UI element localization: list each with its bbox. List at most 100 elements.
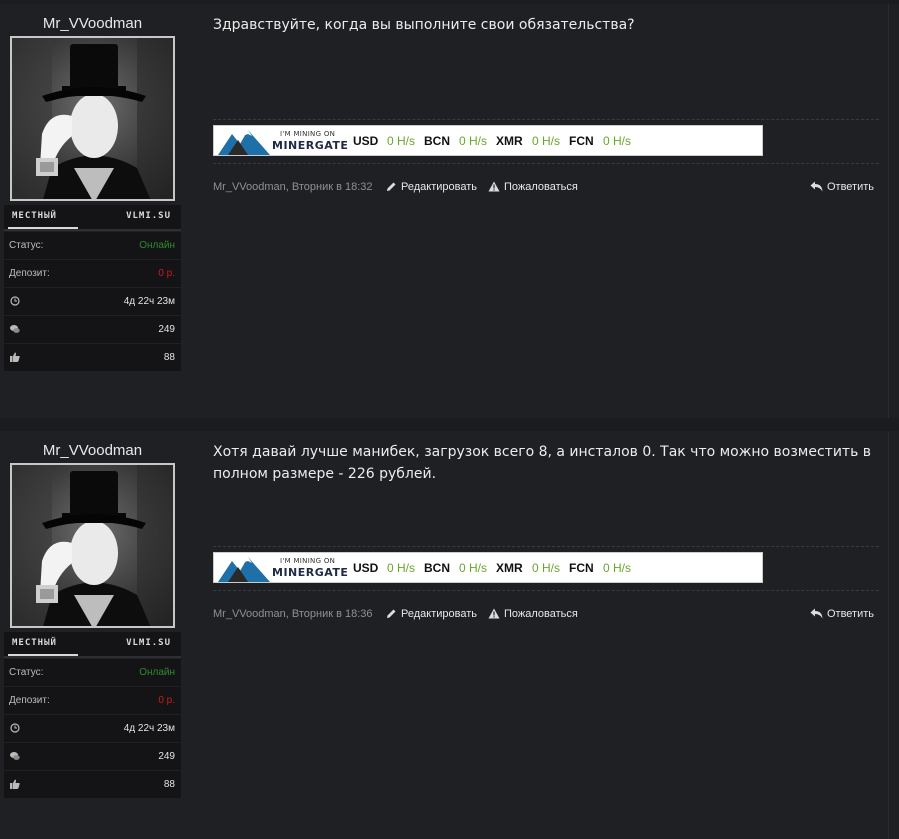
reply-button[interactable]: Ответить [810, 608, 874, 620]
banner-tagline: I'M MINING ON [280, 130, 336, 138]
stat-likes: 88 [4, 771, 181, 798]
rank-tab-local[interactable]: МЕСТНЫЙ [12, 211, 57, 221]
banner-brand: MINERGATE [272, 566, 349, 579]
stat-likes-value: 88 [163, 352, 175, 363]
avatar[interactable] [10, 463, 175, 628]
minergate-logo-icon [218, 130, 270, 155]
reply-button-label: Ответить [826, 181, 874, 193]
report-button-label: Пожаловаться [504, 181, 578, 193]
stat-time-online-value: 4д 22ч 23м [123, 296, 175, 307]
signature-separator [213, 546, 879, 547]
stat-deposit-value: 0 р. [158, 268, 175, 279]
post-author-date[interactable]: Mr_VVoodman, Вторник в 18:32 [213, 181, 373, 193]
stat-status-value: Онлайн [139, 667, 175, 678]
avatar[interactable] [10, 36, 175, 201]
stat-status: Статус: Онлайн [4, 659, 181, 686]
reply-button[interactable]: Ответить [810, 181, 874, 193]
minergate-banner[interactable]: I'M MINING ON MINERGATE USD 0 H/s BCN 0 … [213, 552, 763, 583]
post-meta: Mr_VVoodman, Вторник в 18:32 Редактирова… [213, 181, 879, 197]
stat-time-online: 4д 22ч 23м [4, 288, 181, 315]
post-content: Здравствуйте, когда вы выполните свои об… [213, 14, 879, 204]
reply-icon [810, 181, 823, 192]
banner-rate-usd: 0 H/s [387, 134, 416, 148]
stat-messages-value: 249 [158, 751, 175, 762]
stat-messages: 249 [4, 743, 181, 770]
warning-icon [488, 608, 500, 619]
stat-messages-value: 249 [158, 324, 175, 335]
banner-coin-xmr: XMR [496, 561, 523, 575]
banner-coin-usd: USD [353, 134, 379, 148]
banner-rate-fcn: 0 H/s [603, 134, 632, 148]
rank-tab-site[interactable]: VLMI.SU [126, 638, 171, 648]
edit-button-label: Редактировать [401, 608, 477, 620]
banner-coin-bcn: BCN [424, 561, 450, 575]
rank-underline [8, 227, 78, 229]
rank-underline [8, 654, 78, 656]
reply-button-label: Ответить [826, 608, 874, 620]
stat-deposit: Депозит: 0 р. [4, 687, 181, 714]
pencil-icon [387, 182, 396, 191]
reply-icon [810, 608, 823, 619]
comments-icon [10, 752, 20, 760]
banner-rate-usd: 0 H/s [387, 561, 416, 575]
pencil-icon [387, 609, 396, 618]
user-info-block: Mr_VVoodman МЕСТНЫЙ VLMI.SU Статус: Онла… [4, 14, 181, 371]
thumbs-up-icon [10, 352, 20, 362]
stat-status: Статус: Онлайн [4, 232, 181, 259]
banner-tagline: I'M MINING ON [280, 557, 336, 565]
edit-button-label: Редактировать [401, 181, 477, 193]
rank-bar: МЕСТНЫЙ VLMI.SU [4, 205, 181, 231]
post-author-date[interactable]: Mr_VVoodman, Вторник в 18:36 [213, 608, 373, 620]
banner-rate-bcn: 0 H/s [459, 561, 488, 575]
username[interactable]: Mr_VVoodman [4, 441, 181, 463]
clock-icon [10, 296, 20, 306]
rank-tab-site[interactable]: VLMI.SU [126, 211, 171, 221]
stat-likes: 88 [4, 344, 181, 371]
stat-status-label: Статус: [9, 667, 44, 678]
user-info-block: Mr_VVoodman МЕСТНЫЙ VLMI.SU Статус: Онла… [4, 441, 181, 798]
stat-deposit-label: Депозит: [9, 695, 50, 706]
post-meta: Mr_VVoodman, Вторник в 18:36 Редактирова… [213, 608, 879, 624]
username[interactable]: Mr_VVoodman [4, 14, 181, 36]
stat-likes-value: 88 [163, 779, 175, 790]
report-button[interactable]: Пожаловаться [488, 181, 578, 193]
report-button-label: Пожаловаться [504, 608, 578, 620]
minergate-logo-icon [218, 557, 270, 582]
stat-status-value: Онлайн [139, 240, 175, 251]
stat-messages: 249 [4, 316, 181, 343]
banner-rate-xmr: 0 H/s [532, 134, 561, 148]
edit-button[interactable]: Редактировать [386, 608, 477, 620]
edit-button[interactable]: Редактировать [386, 181, 477, 193]
rank-bar: МЕСТНЫЙ VLMI.SU [4, 632, 181, 658]
banner-coin-usd: USD [353, 561, 379, 575]
thumbs-up-icon [10, 779, 20, 789]
stat-status-label: Статус: [9, 240, 44, 251]
banner-coin-bcn: BCN [424, 134, 450, 148]
banner-rate-fcn: 0 H/s [603, 561, 632, 575]
banner-rate-bcn: 0 H/s [459, 134, 488, 148]
stat-deposit-label: Депозит: [9, 268, 50, 279]
report-button[interactable]: Пожаловаться [488, 608, 578, 620]
clock-icon [10, 723, 20, 733]
meta-separator [213, 163, 879, 164]
rank-tab-local[interactable]: МЕСТНЫЙ [12, 638, 57, 648]
warning-icon [488, 181, 500, 192]
banner-brand: MINERGATE [272, 139, 349, 152]
minergate-banner[interactable]: I'M MINING ON MINERGATE USD 0 H/s BCN 0 … [213, 125, 763, 156]
stat-time-online: 4д 22ч 23м [4, 715, 181, 742]
stat-time-online-value: 4д 22ч 23м [123, 723, 175, 734]
banner-coin-fcn: FCN [569, 134, 594, 148]
comments-icon [10, 325, 20, 333]
banner-coin-fcn: FCN [569, 561, 594, 575]
post-message: Здравствуйте, когда вы выполните свои об… [213, 17, 635, 33]
banner-rate-xmr: 0 H/s [532, 561, 561, 575]
stat-deposit: Депозит: 0 р. [4, 260, 181, 287]
signature-separator [213, 119, 879, 120]
post-message: Хотя давай лучше манибек, загрузок всего… [213, 444, 872, 482]
post-content: Хотя давай лучше манибек, загрузок всего… [213, 441, 879, 631]
meta-separator [213, 590, 879, 591]
post-2: Mr_VVoodman МЕСТНЫЙ VLMI.SU Статус: Онла… [0, 431, 899, 839]
post-1: Mr_VVoodman МЕСТНЫЙ VLMI.SU Статус: Онла… [0, 4, 899, 418]
stat-deposit-value: 0 р. [158, 695, 175, 706]
banner-coin-xmr: XMR [496, 134, 523, 148]
